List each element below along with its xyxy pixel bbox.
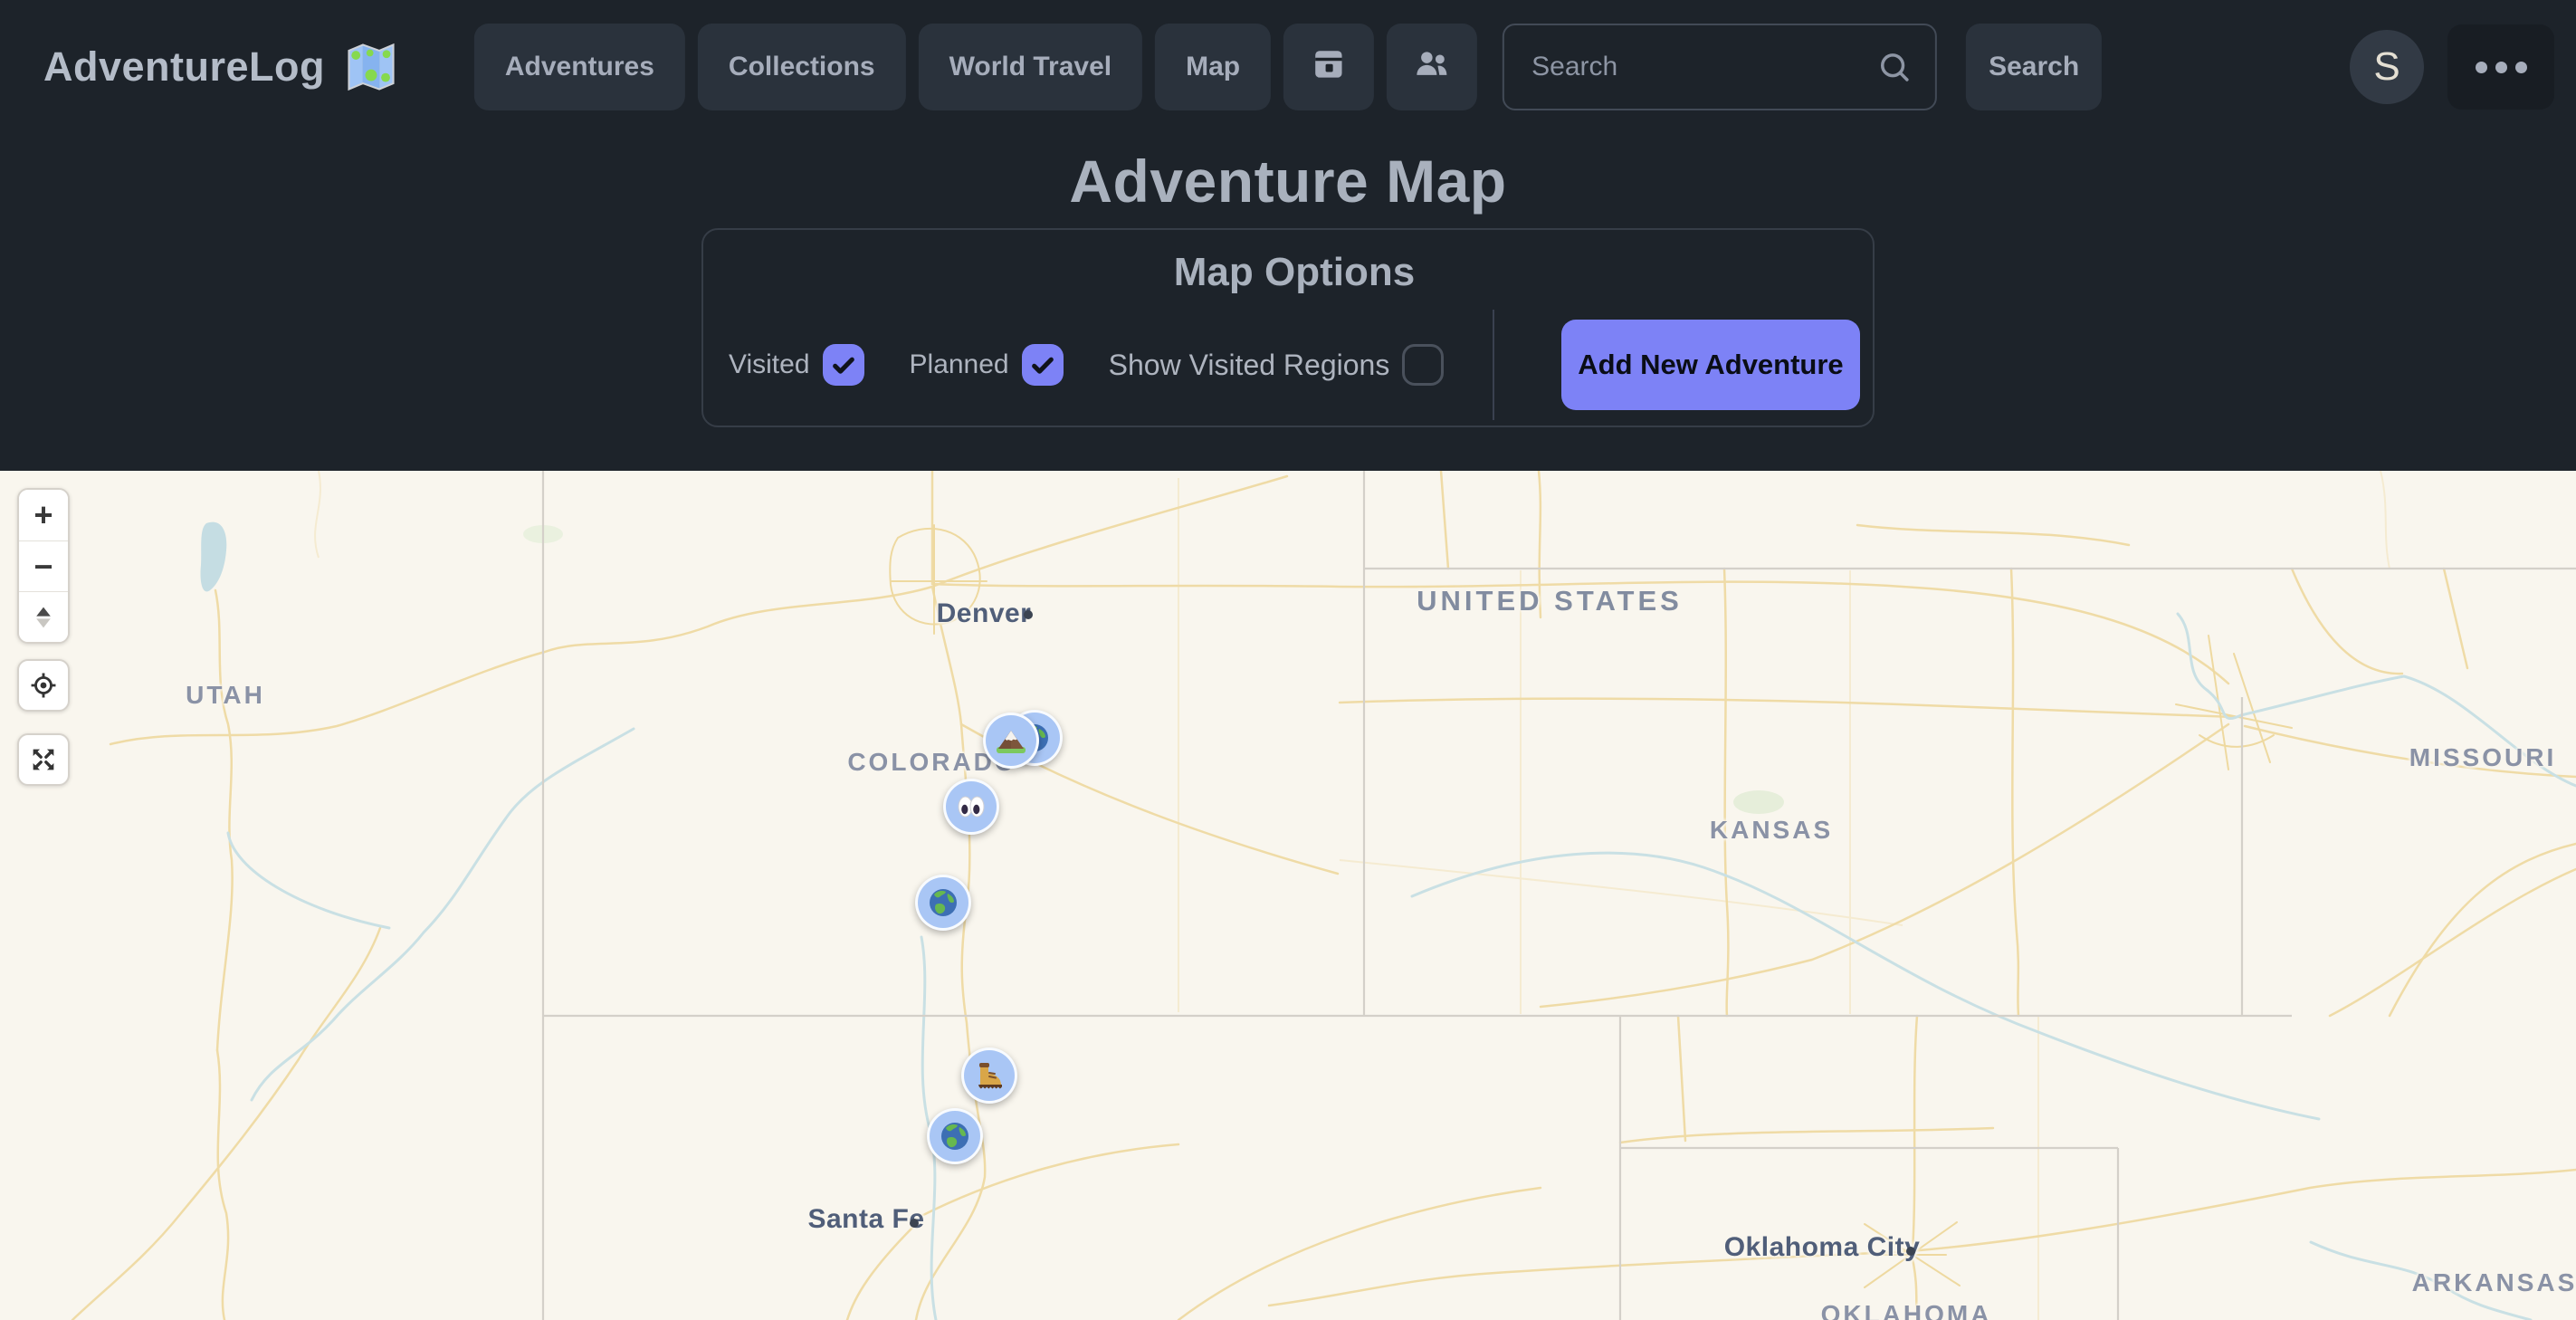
navbar: AdventureLog Adventures Collections Worl: [0, 0, 2576, 134]
zoom-in-button[interactable]: +: [19, 490, 68, 540]
globe-icon: [925, 885, 961, 921]
planned-label: Planned: [910, 349, 1009, 380]
marker-eyes[interactable]: [943, 779, 999, 835]
city-label-santa-fe: Santa Fe: [807, 1204, 924, 1235]
brand-name: AdventureLog: [43, 43, 325, 91]
brand-logo[interactable]: AdventureLog: [43, 39, 399, 95]
state-label-kansas: KANSAS: [1710, 816, 1833, 845]
city-dot-denver: [1024, 610, 1033, 619]
options-divider: [1493, 310, 1494, 420]
more-menu-button[interactable]: [2447, 24, 2554, 110]
boot-icon: [971, 1057, 1007, 1094]
ellipsis-icon: [2476, 62, 2487, 73]
calendar-icon: [1309, 43, 1349, 91]
country-label-united-states: UNITED STATES: [1417, 585, 1683, 617]
zoom-out-button[interactable]: −: [19, 540, 68, 591]
nav-item-world-travel[interactable]: World Travel: [919, 24, 1143, 110]
city-dot-santa-fe: [910, 1219, 919, 1228]
map-options-title: Map Options: [729, 250, 1860, 295]
nav-links: Adventures Collections World Travel Map: [474, 24, 2102, 110]
planned-checkbox[interactable]: [1022, 344, 1064, 386]
nav-item-adventures[interactable]: Adventures: [474, 24, 685, 110]
search-input[interactable]: [1503, 24, 1937, 110]
locate-icon: [28, 670, 59, 701]
check-icon: [829, 350, 858, 379]
page-title: Adventure Map: [1069, 147, 1506, 215]
visited-toggle[interactable]: Visited: [729, 344, 864, 386]
page-header: Adventure Map: [0, 134, 2576, 228]
map-options-row: Visited Planned Show Visited Regions: [729, 315, 1860, 415]
mountain-icon: [993, 722, 1029, 759]
calendar-button[interactable]: [1283, 24, 1374, 110]
add-new-adventure-button[interactable]: Add New Adventure: [1561, 320, 1860, 410]
state-label-utah: UTAH: [186, 681, 265, 710]
map-basemap: [0, 471, 2576, 1320]
pitch-toggle-button[interactable]: [19, 591, 68, 642]
pitch-icon: [28, 602, 59, 633]
nav-item-collections[interactable]: Collections: [698, 24, 906, 110]
show-visited-regions-label: Show Visited Regions: [1109, 349, 1390, 382]
visited-label: Visited: [729, 349, 810, 380]
state-label-oklahoma: OKLAHOMA: [1821, 1300, 1992, 1320]
map-options-card: Map Options Visited Planned Sh: [701, 228, 1875, 427]
map-canvas[interactable]: UTAH COLORADO UNITED STATES KANSAS MISSO…: [0, 471, 2576, 1320]
state-label-missouri: MISSOURI: [2409, 743, 2556, 772]
show-visited-regions-toggle[interactable]: Show Visited Regions: [1109, 344, 1445, 386]
eyes-icon: [953, 789, 989, 825]
marker-boot[interactable]: [961, 1047, 1017, 1104]
adventurelog-app: AdventureLog Adventures Collections Worl: [0, 0, 2576, 1320]
fullscreen-button[interactable]: [17, 733, 70, 786]
search-button[interactable]: Search: [1966, 24, 2102, 110]
show-visited-regions-checkbox[interactable]: [1402, 344, 1444, 386]
marker-globe-3[interactable]: [927, 1108, 983, 1164]
globe-icon: [937, 1118, 973, 1154]
state-label-arkansas: ARKANSAS: [2412, 1268, 2576, 1297]
visited-checkbox[interactable]: [823, 344, 864, 386]
planned-toggle[interactable]: Planned: [910, 344, 1064, 386]
world-map-icon: [343, 39, 399, 95]
fullscreen-icon: [28, 744, 59, 775]
city-dot-oklahoma-city: [1906, 1247, 1915, 1256]
city-label-denver: Denver: [937, 598, 1032, 629]
search-field-wrap: [1503, 24, 1937, 110]
map-zoom-controls: + −: [17, 488, 70, 644]
users-button[interactable]: [1387, 24, 1477, 110]
users-icon: [1412, 43, 1452, 91]
avatar[interactable]: S: [2350, 30, 2424, 104]
city-label-oklahoma-city: Oklahoma City: [1724, 1232, 1921, 1263]
locate-button[interactable]: [17, 659, 70, 712]
marker-globe-2[interactable]: [915, 875, 971, 931]
nav-item-map[interactable]: Map: [1155, 24, 1271, 110]
navbar-right: S: [2350, 24, 2554, 110]
marker-mountain[interactable]: [983, 713, 1039, 769]
check-icon: [1028, 350, 1057, 379]
